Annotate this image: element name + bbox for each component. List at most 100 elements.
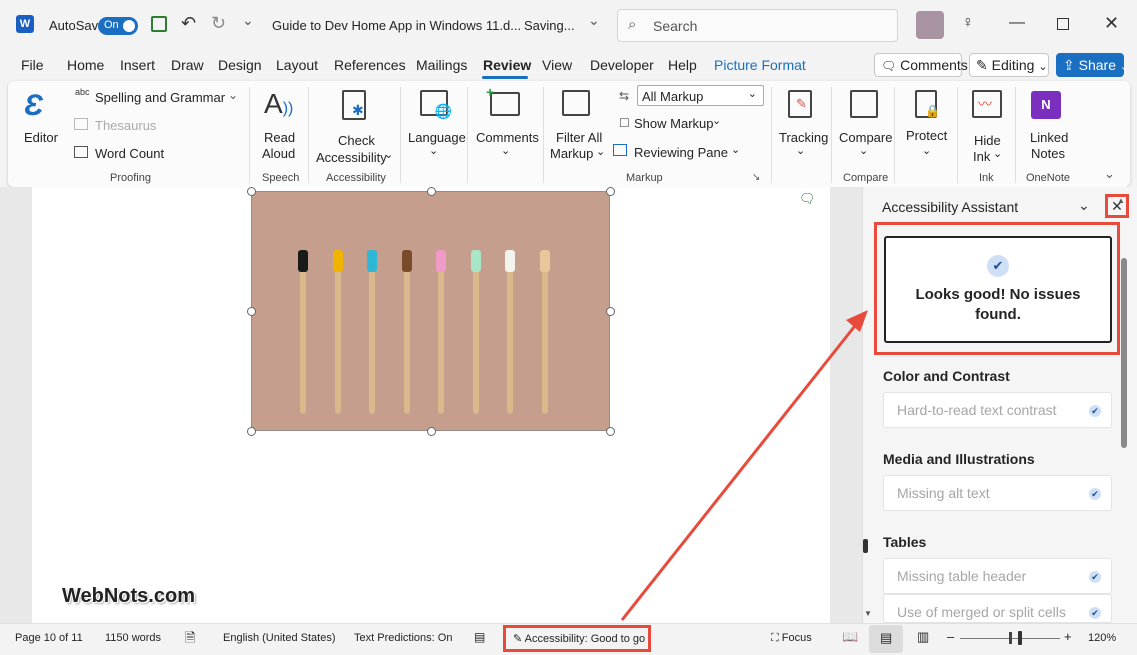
check-accessibility-label-2[interactable]: Accessibility xyxy=(316,150,387,165)
zoom-level[interactable]: 120% xyxy=(1088,632,1116,644)
editor-icon[interactable]: Ɛ xyxy=(24,89,43,123)
resize-handle[interactable] xyxy=(247,427,256,436)
pane-scrollbar-thumb[interactable] xyxy=(1121,258,1127,448)
tab-help[interactable]: Help xyxy=(668,57,697,73)
check-accessibility-icon[interactable]: ✱ xyxy=(342,90,366,120)
reviewing-pane-chevron-icon[interactable]: ⌄ xyxy=(731,143,740,156)
comments-ribbon-button[interactable]: Comments xyxy=(476,130,539,145)
zoom-in-button[interactable]: + xyxy=(1064,629,1072,644)
qat-customize-icon[interactable]: ⌄ xyxy=(242,12,254,29)
hide-ink-label-2[interactable]: Ink xyxy=(973,149,990,164)
show-markup-button[interactable]: Show Markup xyxy=(634,116,713,131)
resize-handle[interactable] xyxy=(247,307,256,316)
tracking-icon[interactable]: ✎ xyxy=(788,90,812,118)
check-item[interactable]: Use of merged or split cells ✔ xyxy=(883,594,1112,623)
comments-button[interactable]: 🗨 Comments xyxy=(874,53,968,77)
tab-file[interactable]: File xyxy=(21,57,44,73)
search-box[interactable]: ⌕ Search xyxy=(617,9,898,42)
page-indicator[interactable]: Page 10 of 11 xyxy=(15,632,83,644)
word-count-button[interactable]: Word Count xyxy=(95,146,164,161)
resize-handle[interactable] xyxy=(247,187,256,196)
hide-ink-chevron-icon[interactable]: ⌄ xyxy=(993,147,1002,160)
comments-chevron-icon[interactable]: ⌄ xyxy=(501,144,510,157)
save-status-chevron-icon[interactable]: ⌄ xyxy=(588,12,600,29)
tracking-button[interactable]: Tracking xyxy=(779,130,828,145)
check-accessibility-label-1[interactable]: Check xyxy=(338,133,375,148)
hide-ink-label-1[interactable]: Hide xyxy=(974,133,1001,148)
markup-dialog-launcher-icon[interactable]: ↘ xyxy=(752,172,760,183)
web-layout-icon[interactable]: ▥ xyxy=(917,629,929,645)
tab-references[interactable]: References xyxy=(334,57,406,73)
zoom-slider-thumb[interactable] xyxy=(1018,631,1022,645)
linked-notes-label-2[interactable]: Notes xyxy=(1031,146,1065,161)
accessibility-status[interactable]: ✎ Accessibility: Good to go xyxy=(513,632,645,645)
compare-button[interactable]: Compare xyxy=(839,130,892,145)
lightbulb-icon[interactable]: ♀ xyxy=(962,14,974,32)
filter-all-label-2[interactable]: Markup xyxy=(550,146,593,161)
read-aloud-icon[interactable]: A)) xyxy=(264,88,293,120)
read-mode-icon[interactable]: 📖 xyxy=(842,629,858,645)
language-icon[interactable]: 🌐 xyxy=(420,90,452,119)
resize-handle[interactable] xyxy=(606,307,615,316)
proofing-status-icon[interactable]: 🗎 xyxy=(185,629,195,651)
word-count-indicator[interactable]: 1150 words xyxy=(105,632,161,644)
print-layout-button[interactable]: ▤ xyxy=(869,625,903,653)
tab-developer[interactable]: Developer xyxy=(590,57,654,73)
doc-scroll-down-icon[interactable]: ▼ xyxy=(864,609,872,618)
maximize-icon[interactable] xyxy=(1057,18,1069,30)
onenote-icon[interactable]: N xyxy=(1031,91,1061,119)
autosave-toggle[interactable]: On xyxy=(98,17,138,35)
tab-draw[interactable]: Draw xyxy=(171,57,204,73)
editing-button[interactable]: ✎ Editing ⌄ xyxy=(969,53,1049,77)
tab-insert[interactable]: Insert xyxy=(120,57,155,73)
check-accessibility-chevron-icon[interactable]: ⌄ xyxy=(384,148,393,161)
spelling-grammar-button[interactable]: Spelling and Grammar xyxy=(95,90,225,105)
thesaurus-button[interactable]: Thesaurus xyxy=(95,118,156,133)
display-for-review-select[interactable]: All Markup ⌄ xyxy=(637,85,764,106)
resize-handle[interactable] xyxy=(606,187,615,196)
tab-home[interactable]: Home xyxy=(67,57,104,73)
tab-review[interactable]: Review xyxy=(483,57,531,73)
hide-ink-icon[interactable]: 〰 xyxy=(972,90,1002,118)
comments-icon[interactable]: + xyxy=(486,84,520,116)
new-comment-icon[interactable]: 🗨 xyxy=(799,191,816,207)
show-markup-chevron-icon[interactable]: ⌄ xyxy=(712,114,721,127)
tab-design[interactable]: Design xyxy=(218,57,262,73)
resize-handle[interactable] xyxy=(606,427,615,436)
spelling-chevron-icon[interactable]: ⌄ xyxy=(228,88,238,102)
language-indicator[interactable]: English (United States) xyxy=(223,632,336,644)
zoom-out-button[interactable]: – xyxy=(947,629,954,644)
text-predictions-indicator[interactable]: Text Predictions: On xyxy=(354,632,452,644)
tab-picture-format[interactable]: Picture Format xyxy=(714,57,806,73)
resize-handle[interactable] xyxy=(426,187,436,196)
document-scrollbar-thumb[interactable] xyxy=(863,539,868,553)
pane-scroll-up-icon[interactable]: ▲ xyxy=(1117,196,1125,205)
language-chevron-icon[interactable]: ⌄ xyxy=(429,144,438,157)
editor-button[interactable]: Editor xyxy=(24,130,58,145)
filter-all-label-1[interactable]: Filter All xyxy=(556,130,602,145)
filter-all-chevron-icon[interactable]: ⌄ xyxy=(596,145,605,158)
pane-options-chevron-icon[interactable]: ⌄ xyxy=(1078,197,1090,214)
check-item[interactable]: Missing alt text ✔ xyxy=(883,475,1112,511)
compare-icon[interactable] xyxy=(850,90,878,118)
avatar[interactable] xyxy=(916,11,944,39)
undo-icon[interactable]: ↶ xyxy=(181,13,196,34)
check-item[interactable]: Hard-to-read text contrast ✔ xyxy=(883,392,1112,428)
ribbon-collapse-chevron-icon[interactable]: ⌄ xyxy=(1104,166,1115,182)
minimize-icon[interactable]: — xyxy=(1009,14,1025,32)
reviewing-pane-button[interactable]: Reviewing Pane xyxy=(634,145,728,160)
toothbrush-image[interactable] xyxy=(251,191,610,431)
read-aloud-label-2[interactable]: Aloud xyxy=(262,146,295,161)
redo-icon[interactable]: ↻ xyxy=(211,13,226,34)
language-button[interactable]: Language xyxy=(408,130,466,145)
resize-handle[interactable] xyxy=(426,427,436,436)
close-icon[interactable]: ✕ xyxy=(1104,13,1119,34)
compare-chevron-icon[interactable]: ⌄ xyxy=(859,144,868,157)
save-icon[interactable] xyxy=(151,16,167,32)
check-item[interactable]: Missing table header ✔ xyxy=(883,558,1112,594)
tab-layout[interactable]: Layout xyxy=(276,57,318,73)
tab-mailings[interactable]: Mailings xyxy=(416,57,467,73)
focus-button[interactable]: ⛶ Focus xyxy=(771,632,812,645)
filter-markup-icon[interactable] xyxy=(562,90,590,116)
tab-view[interactable]: View xyxy=(542,57,572,73)
